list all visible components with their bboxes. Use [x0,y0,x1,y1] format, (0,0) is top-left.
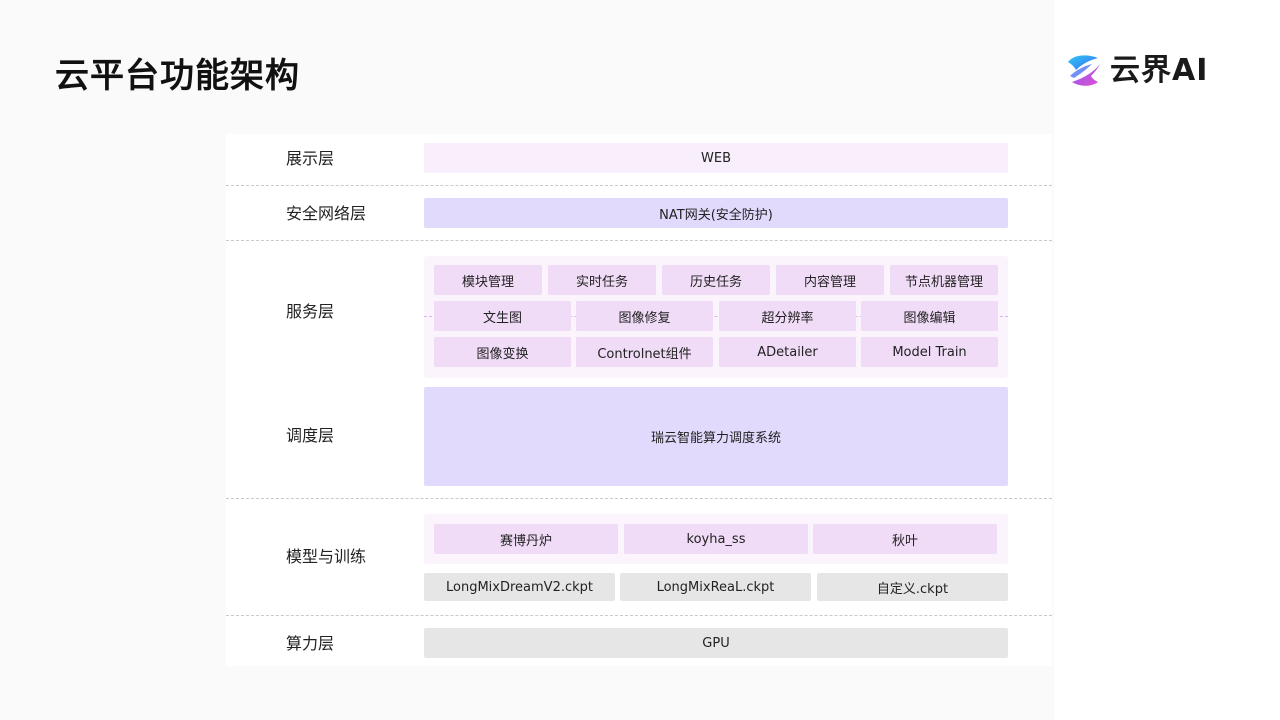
service-realtime-tasks: 实时任务 [548,265,656,295]
layer-separator [226,615,1052,616]
service-content-management: 内容管理 [776,265,884,295]
service-super-resolution: 超分辨率 [719,301,856,331]
logo-text: 云界AI [1110,53,1209,88]
service-module-management: 模块管理 [434,265,542,295]
service-controlnet: Controlnet组件 [576,337,713,367]
tool-saibo-danlu: 赛博丹炉 [434,524,618,554]
checkpoint-longmix-dream: LongMixDreamV2.ckpt [424,573,615,601]
service-image-transform: 图像变换 [434,337,571,367]
scheduling-system-box: 瑞云智能算力调度系统 [424,387,1008,486]
web-box: WEB [424,143,1008,173]
layer-label-compute: 算力层 [286,634,335,653]
yunjie-logo-icon [1068,55,1100,86]
layer-label-display: 展示层 [286,149,335,168]
tool-qiuye: 秋叶 [813,524,997,554]
layer-label-model: 模型与训练 [286,547,367,566]
nat-gateway-box: NAT网关(安全防护) [424,198,1008,228]
page-title: 云平台功能架构 [55,56,300,96]
layer-separator [226,498,1052,499]
layer-label-security: 安全网络层 [286,204,367,223]
layer-separator [226,185,1052,186]
service-image-editing: 图像编辑 [861,301,998,331]
checkpoint-custom: 自定义.ckpt [817,573,1008,601]
architecture-diagram: 展示层 WEB 安全网络层 NAT网关(安全防护) 服务层 模块管理 实时任务 … [226,134,1052,666]
service-image-repair: 图像修复 [576,301,713,331]
gpu-box: GPU [424,628,1008,658]
logo: 云界AI [1064,50,1234,92]
layer-label-schedule: 调度层 [286,426,335,445]
checkpoint-longmix-real: LongMixReaL.ckpt [620,573,811,601]
service-history-tasks: 历史任务 [662,265,770,295]
service-adetailer: ADetailer [719,337,856,367]
tool-koyha-ss: koyha_ss [624,524,808,554]
service-node-management: 节点机器管理 [890,265,998,295]
service-text-to-image: 文生图 [434,301,571,331]
layer-label-service: 服务层 [286,302,335,321]
layer-separator [226,240,1052,241]
service-model-train: Model Train [861,337,998,367]
